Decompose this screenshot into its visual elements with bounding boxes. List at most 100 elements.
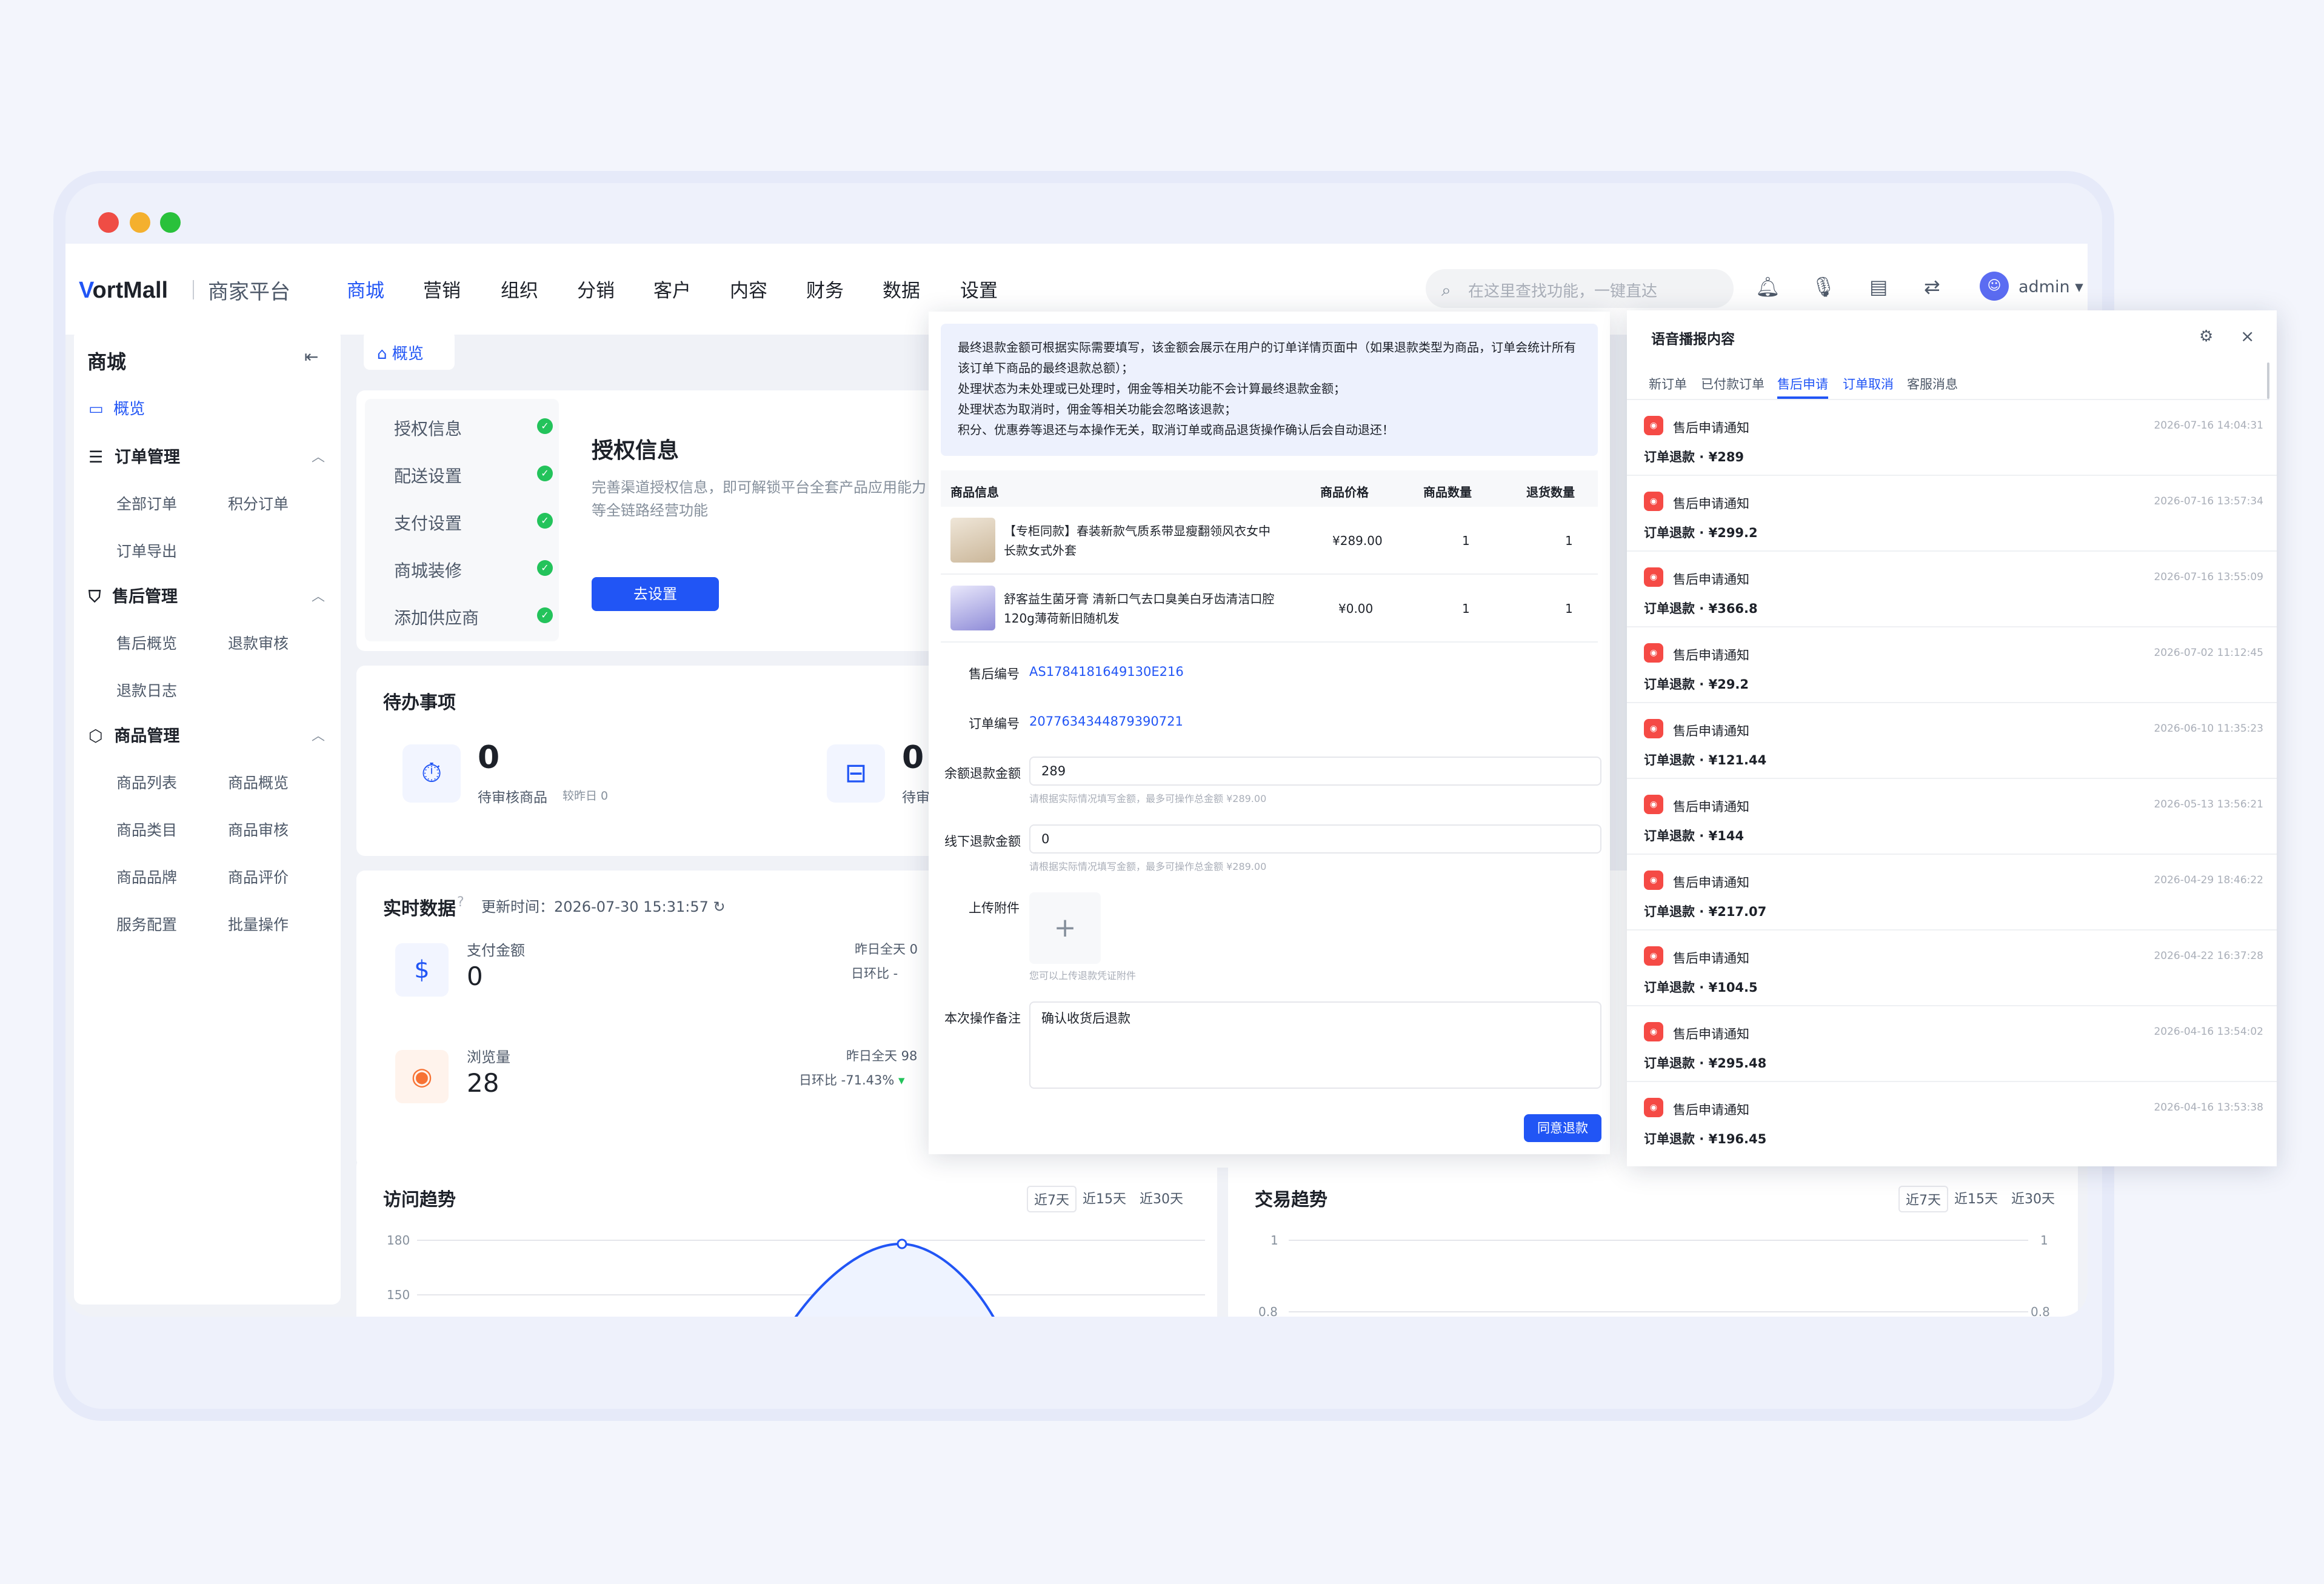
range-7d-button[interactable]: 近7天 [1898,1186,1948,1212]
sidebar-item-refund-review[interactable]: 退款审核 [228,632,289,653]
check-icon: ✓ [537,513,553,529]
tabs-scrollbar[interactable] [2267,363,2269,399]
help-icon[interactable]: ? [457,895,464,910]
auth-step-label[interactable]: 支付设置 [394,510,462,535]
chevron-up-icon[interactable]: ︿ [312,586,325,605]
after-sale-number-link[interactable]: AS1784181649130E216 [1029,664,1184,679]
nav-item-settings[interactable]: 设置 [960,275,998,302]
upload-attachment-button[interactable]: + [1029,892,1101,964]
sidebar-item-after-sales-overview[interactable]: 售后概览 [116,632,177,653]
refresh-icon[interactable]: ↻ [713,898,726,915]
list-item[interactable]: ◉ 售后申请通知 2026-07-16 13:57:34 订单退款 · ¥299… [1627,476,2277,552]
list-item[interactable]: ◉ 售后申请通知 2026-04-29 18:46:22 订单退款 · ¥217… [1627,855,2277,931]
sidebar-item-product-category[interactable]: 商品类目 [116,818,177,840]
approve-refund-button[interactable]: 同意退款 [1524,1114,1601,1142]
sidebar-item-order-export[interactable]: 订单导出 [116,540,177,561]
notice-time: 2026-07-16 13:55:09 [2154,571,2263,583]
field-label: 余额退款金额 [944,766,1021,781]
sidebar-group-orders[interactable]: ☰ 订单管理 [88,444,180,467]
collapse-sidebar-icon[interactable]: ⇤ [304,347,318,367]
sidebar-item-product-rating[interactable]: 商品评价 [228,866,289,887]
list-item[interactable]: ◉ 售后申请通知 2026-07-16 13:55:09 订单退款 · ¥366… [1627,552,2277,627]
todo-count[interactable]: 0 [478,740,499,776]
gear-icon[interactable]: ⚙ [2199,327,2213,346]
close-window-button[interactable] [98,212,119,233]
nav-item-data[interactable]: 数据 [883,275,920,302]
y-tick-label: 180 [387,1233,410,1248]
sidebar-item-batch-ops[interactable]: 批量操作 [228,913,289,935]
list-item[interactable]: ◉ 售后申请通知 2026-05-13 13:56:21 订单退款 · ¥144 [1627,779,2277,855]
remark-textarea[interactable]: 确认收货后退款 [1029,1001,1601,1089]
tab-paid-order[interactable]: 已付款订单 [1701,375,1765,393]
list-item[interactable]: ◉ 售后申请通知 2026-04-16 13:53:38 订单退款 · ¥196… [1627,1082,2277,1158]
balance-refund-input[interactable]: 289 [1029,757,1601,786]
sidebar-group-products[interactable]: ⬡ 商品管理 [88,723,179,746]
metric-ratio: 日环比 -71.43% ▾ [799,1073,905,1088]
table-header [941,470,1598,507]
tab-customer-message[interactable]: 客服消息 [1907,375,1958,393]
tab-new-order[interactable]: 新订单 [1649,375,1687,393]
range-30d-button[interactable]: 近30天 [1140,1188,1183,1208]
list-item[interactable]: ◉ 售后申请通知 2026-04-16 13:54:02 订单退款 · ¥295… [1627,1006,2277,1082]
maximize-window-button[interactable] [160,212,181,233]
minimize-window-button[interactable] [130,212,150,233]
auth-step-label[interactable]: 配送设置 [394,463,462,487]
range-7d-button[interactable]: 近7天 [1027,1186,1077,1212]
go-setup-button[interactable]: 去设置 [592,577,719,611]
order-number-link[interactable]: 2077634344879390721 [1029,714,1183,729]
metric-label: 浏览量 [467,1049,510,1066]
voice-broadcast-icon[interactable]: 🎙︎ [1811,275,1836,298]
range-30d-button[interactable]: 近30天 [2011,1188,2055,1208]
translate-icon[interactable]: ⇄ [1924,275,1940,298]
search-input[interactable]: ⌕ 在这里查找功能，一键直达 [1426,269,1734,308]
nav-item-mall[interactable]: 商城 [347,275,384,302]
y-tick-label: 1 [1271,1233,1278,1248]
cube-icon: ⬡ [88,727,103,746]
list-item[interactable]: ◉ 售后申请通知 2026-07-02 11:12:45 订单退款 · ¥29.… [1627,627,2277,703]
auth-step-label[interactable]: 授权信息 [394,416,462,440]
auth-step-label[interactable]: 添加供应商 [394,605,479,629]
list-item[interactable]: ◉ 售后申请通知 2026-06-10 11:35:23 订单退款 · ¥121… [1627,703,2277,779]
auth-description: 完善渠道授权信息，即可解锁平台全套产品应用能力 [592,479,926,496]
list-item[interactable]: ◉ 售后申请通知 2026-07-16 14:04:31 订单退款 · ¥289 [1627,400,2277,476]
user-menu[interactable]: admin ▾ [2018,278,2083,296]
brand-logo[interactable]: VortMall [79,278,168,304]
sidebar-item-product-review[interactable]: 商品审核 [228,818,289,840]
range-15d-button[interactable]: 近15天 [1954,1188,1998,1208]
product-name: 舒客益生菌牙膏 清新口气去口臭美白牙齿清洁口腔 [1004,592,1275,606]
nav-item-marketing[interactable]: 营销 [423,275,461,302]
nav-item-organization[interactable]: 组织 [501,275,538,302]
sidebar-item-overview[interactable]: ▭ 概览 [88,396,145,419]
store-icon[interactable]: ▤ [1869,275,1888,298]
sidebar-item-product-brand[interactable]: 商品品牌 [116,866,177,887]
sidebar-item-product-overview[interactable]: 商品概览 [228,771,289,793]
avatar[interactable]: ☺ [1980,272,2009,301]
sidebar-item-service-config[interactable]: 服务配置 [116,913,177,935]
sidebar-item-refund-log[interactable]: 退款日志 [116,679,177,701]
sidebar-item-product-list[interactable]: 商品列表 [116,771,177,793]
nav-item-distribution[interactable]: 分销 [577,275,615,302]
chevron-up-icon[interactable]: ︿ [312,725,325,744]
list-item[interactable]: ◉ 售后申请通知 2026-04-22 16:37:28 订单退款 · ¥104… [1627,931,2277,1006]
nav-item-finance[interactable]: 财务 [806,275,844,302]
range-15d-button[interactable]: 近15天 [1083,1188,1126,1208]
nav-item-customer[interactable]: 客户 [653,275,691,302]
bell-icon[interactable]: 🔔︎ [1755,275,1780,298]
todo-count[interactable]: 0 [902,740,924,776]
field-label: 线下退款金额 [944,834,1021,849]
tab-order-cancel[interactable]: 订单取消 [1843,375,1894,393]
tab-after-sales[interactable]: 售后申请 [1777,375,1828,393]
field-label: 本次操作备注 [944,1011,1021,1026]
close-icon[interactable]: × [2240,326,2254,346]
offline-refund-input[interactable]: 0 [1029,824,1601,854]
sidebar-title: 商城 [87,350,127,373]
breadcrumb[interactable]: ⌂ 概览 [364,331,455,370]
nav-item-content[interactable]: 内容 [730,275,767,302]
notice-time: 2026-04-16 13:54:02 [2154,1026,2263,1038]
auth-step-label[interactable]: 商城装修 [394,558,462,582]
chevron-up-icon[interactable]: ︿ [312,446,325,466]
sidebar-item-points-orders[interactable]: 积分订单 [228,492,289,514]
sidebar-group-after-sales[interactable]: ⛉ 售后管理 [88,583,178,607]
auth-title: 授权信息 [592,438,680,463]
sidebar-item-all-orders[interactable]: 全部订单 [116,492,177,514]
